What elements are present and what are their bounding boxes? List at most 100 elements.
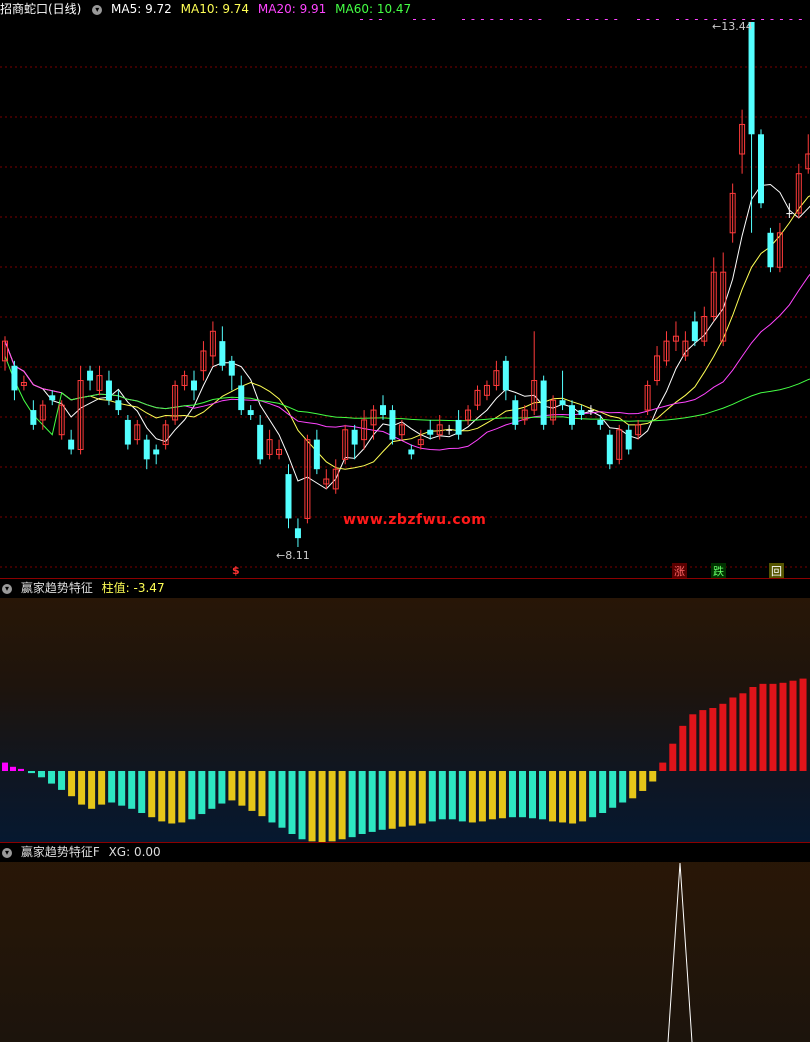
candle-body [408, 449, 415, 455]
trend-bar-chart [2, 678, 807, 842]
trend-bar [609, 771, 617, 808]
trend-bar [769, 683, 777, 771]
trend-bar [669, 743, 677, 771]
candle-body [228, 360, 235, 376]
ma60-label: MA60: 10.47 [335, 2, 412, 16]
trend-bar [679, 725, 687, 771]
ma20-line [4, 273, 810, 451]
signal-rise: 涨 [672, 563, 687, 578]
candle-body [578, 410, 585, 416]
trend-bar [749, 687, 757, 771]
trend-bar [88, 771, 96, 809]
trend-bar [619, 771, 627, 803]
trend-bar [508, 771, 516, 818]
ma5-label: MA5: 9.72 [111, 2, 172, 16]
trend-bar [38, 771, 46, 778]
trend-bar [729, 697, 737, 771]
trend-bar [208, 771, 216, 809]
trend-bar [328, 771, 336, 842]
indicator-panel-signal[interactable]: ▾ 赢家趋势特征F XG: 0.00 [0, 843, 810, 1042]
trend-bar [448, 771, 456, 820]
candle-body [446, 429, 453, 431]
trend-bar [559, 771, 567, 823]
candle-body [559, 400, 566, 406]
ma10-label: MA10: 9.74 [180, 2, 250, 16]
trend-bar [78, 771, 86, 805]
candle-body [238, 385, 245, 411]
candle-body [606, 434, 613, 465]
trend-bar [218, 771, 226, 804]
trend-bar [248, 771, 256, 811]
trend-bar [308, 771, 316, 842]
signal-back: 回 [769, 563, 784, 578]
trend-bar [649, 771, 657, 782]
ma20-label: MA20: 9.91 [257, 2, 327, 16]
trend-bar [759, 683, 767, 771]
settings-circle-icon[interactable]: ▾ [2, 583, 12, 594]
trend-bar [198, 771, 206, 815]
trend-bar [408, 771, 416, 826]
trend-bar [699, 710, 707, 771]
trend-bar [689, 714, 697, 771]
candle-body [285, 474, 292, 519]
settings-circle-icon[interactable]: ▾ [92, 4, 103, 15]
trend-bar [388, 771, 396, 829]
candle-body [540, 380, 547, 425]
candle-body [153, 449, 160, 455]
trend-bar [10, 766, 16, 771]
trend-bar [799, 678, 807, 771]
candle-body [247, 410, 254, 416]
candle-body [351, 429, 358, 445]
candle-body [313, 439, 320, 470]
indicator2-header: ▾ 赢家趋势特征F XG: 0.00 [0, 843, 810, 862]
trend-bar [168, 771, 176, 824]
trend-bar [599, 771, 607, 813]
candle-body [115, 400, 122, 411]
candle-body [105, 380, 112, 401]
candle-body [68, 439, 75, 450]
indicator-panel-trend[interactable]: ▾ 赢家趋势特征 柱值: -3.47 [0, 579, 810, 843]
candle-body [380, 405, 386, 416]
trend-bar [238, 771, 246, 806]
trend-bar [539, 771, 547, 820]
trend-bar [148, 771, 156, 818]
candlestick-chart[interactable] [0, 0, 810, 578]
candle-body [49, 395, 56, 401]
trend-bar [569, 771, 577, 824]
trend-bar [719, 703, 727, 771]
trend-bar [288, 771, 296, 834]
trend-bar [498, 771, 506, 819]
main-chart-header: 招商蛇口(日线) ▾ MA5: 9.72 MA10: 9.74 MA20: 9.… [0, 0, 810, 19]
trend-bar [68, 771, 76, 797]
trend-bar [789, 680, 797, 771]
main-chart-panel[interactable]: 招商蛇口(日线) ▾ MA5: 9.72 MA10: 9.74 MA20: 9.… [0, 0, 810, 579]
trend-bar [518, 771, 526, 818]
trend-bar [488, 771, 496, 820]
trend-bar [348, 771, 356, 838]
candle-body [455, 419, 462, 435]
indicator1-value: 柱值: -3.47 [101, 581, 165, 595]
trend-bar [298, 771, 306, 840]
candle-body [257, 424, 264, 460]
signal-dollar: $ [232, 564, 240, 577]
trend-bar [378, 771, 386, 830]
candle-body [758, 134, 764, 204]
low-price-label: ←8.11 [276, 549, 310, 562]
trend-bar [18, 768, 24, 771]
candle-body [597, 419, 604, 425]
candle-body [30, 410, 37, 425]
trend-bar [428, 771, 436, 822]
trend-bar [118, 771, 126, 806]
trend-bar [28, 771, 35, 774]
candle-body [294, 528, 301, 539]
candle-body [587, 410, 594, 412]
signal-line-chart [667, 862, 693, 1042]
candle-body [124, 419, 131, 445]
signal-fall: 跌 [711, 563, 726, 578]
indicator2-name: 赢家趋势特征F [20, 845, 100, 859]
trend-bar [418, 771, 426, 824]
indicator2-value: XG: 0.00 [108, 845, 161, 859]
settings-circle-icon[interactable]: ▾ [2, 847, 12, 858]
candle-body [389, 410, 396, 440]
trend-bar [709, 708, 717, 771]
